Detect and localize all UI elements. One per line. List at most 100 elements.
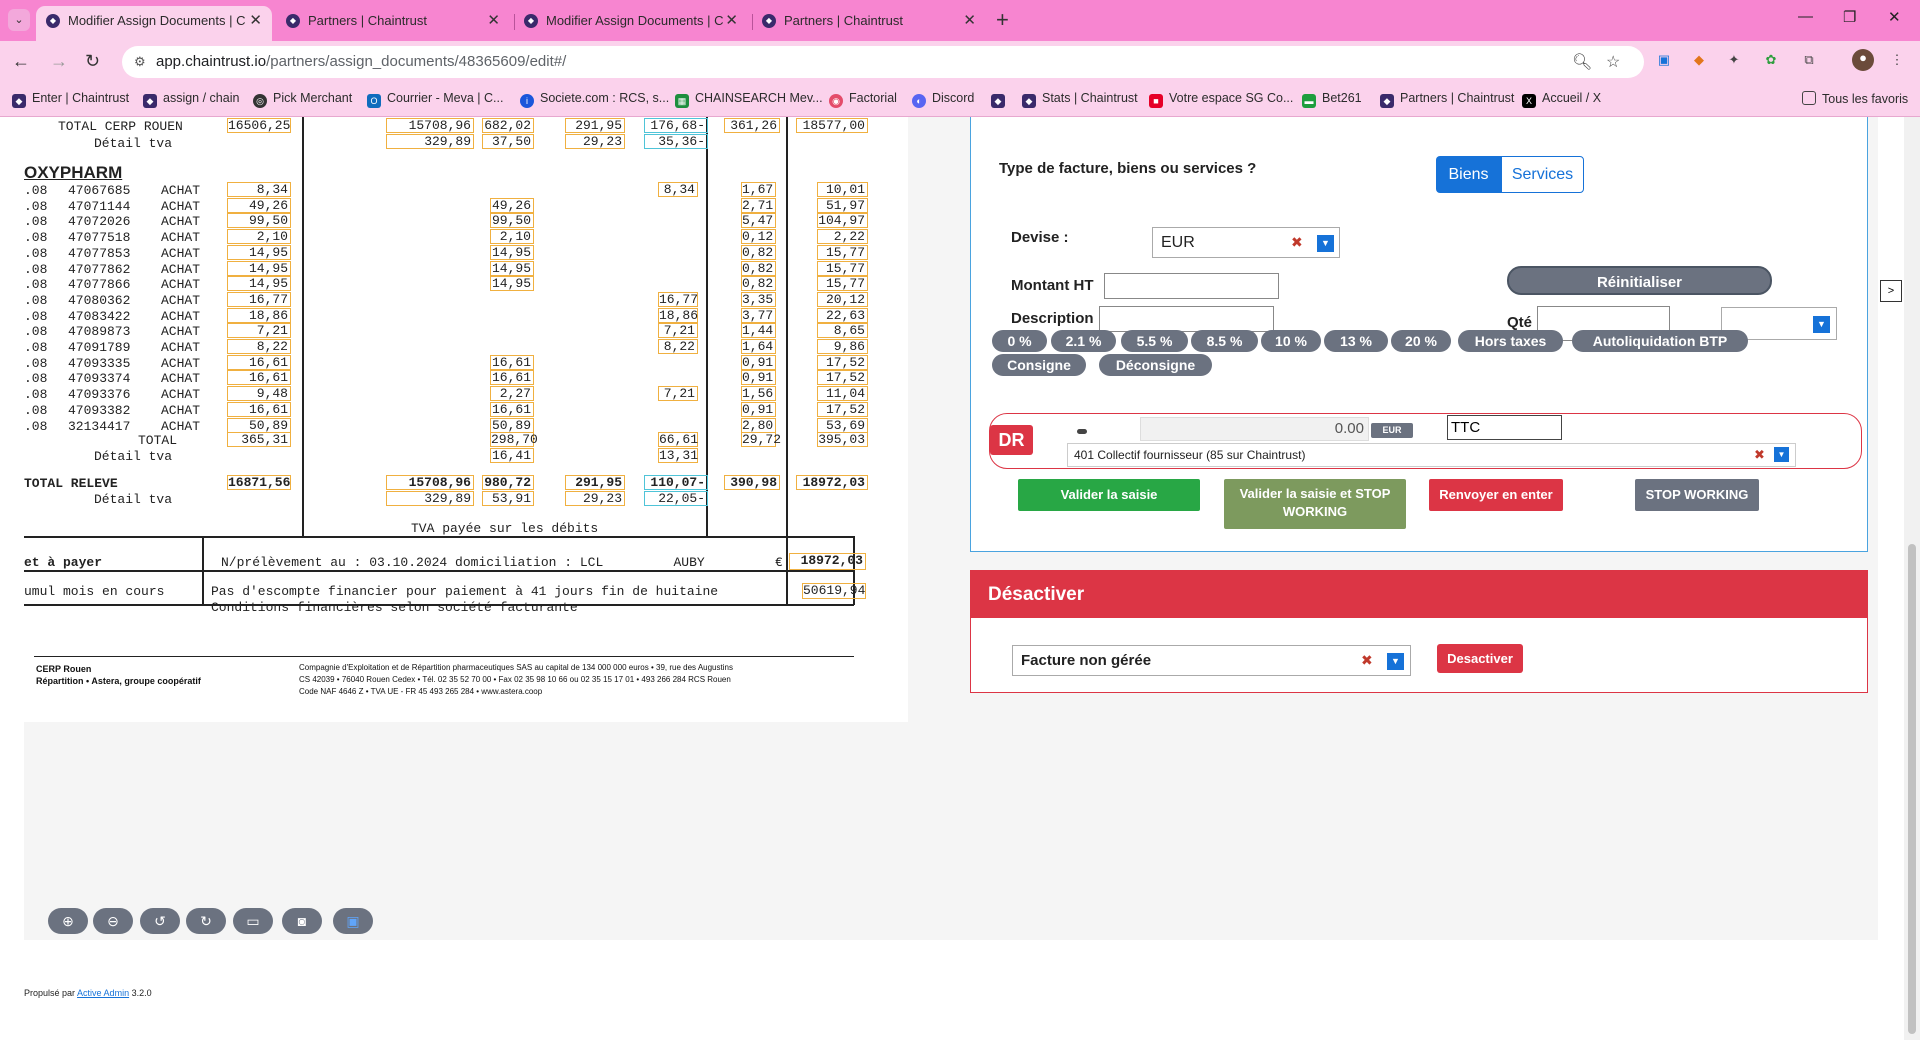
new-tab-icon[interactable]: + <box>996 7 1009 33</box>
all-bookmarks[interactable]: Tous les favoris <box>1802 91 1908 106</box>
zoom-out-icon[interactable]: ⊖ <box>93 908 133 934</box>
rate-pill[interactable]: 5.5 % <box>1121 330 1188 352</box>
document-value: 15708,96 <box>386 475 474 490</box>
browser-tab[interactable]: ◆ Modifier Assign Documents | C ✕ <box>36 6 272 41</box>
extension-icon[interactable]: ▣ <box>1655 51 1673 69</box>
scrollbar-thumb[interactable] <box>1908 544 1916 1034</box>
reset-button[interactable]: Réinitialiser <box>1507 266 1772 295</box>
dropdown-icon[interactable]: ▼ <box>1387 653 1404 670</box>
bookmark-star-icon[interactable]: ☆ <box>1606 52 1620 72</box>
extension-icon[interactable]: ✿ <box>1762 51 1780 69</box>
browser-tab[interactable]: ◆ Partners | Chaintrust ✕ <box>276 6 510 41</box>
bookmark-item[interactable]: ◆ Enter | Chaintrust <box>12 91 129 108</box>
rate-pill[interactable]: Déconsigne <box>1099 354 1212 376</box>
rate-pill[interactable]: Consigne <box>992 354 1086 376</box>
bookmark-item[interactable]: ▬ Bet261 <box>1302 91 1362 108</box>
bookmark-item[interactable]: ◆ Partners | Chaintrust <box>1380 91 1514 108</box>
close-tab-icon[interactable]: ✕ <box>725 6 738 35</box>
zoom-icon[interactable]: 🔍︎ <box>1572 52 1592 72</box>
biens-button[interactable]: Biens <box>1436 156 1501 193</box>
address-bar[interactable]: ⚙ app.chaintrust.io/partners/assign_docu… <box>122 46 1644 78</box>
fullscreen-icon[interactable]: ▣ <box>333 908 373 934</box>
forward-icon[interactable]: → <box>50 51 68 72</box>
active-admin-link[interactable]: Active Admin <box>77 988 129 998</box>
rate-pill[interactable]: Hors taxes <box>1458 330 1563 352</box>
chrome-menu-icon[interactable]: ⋮ <box>1888 51 1906 69</box>
account-select[interactable]: 401 Collectif fournisseur (85 sur Chaint… <box>1067 443 1796 467</box>
zoom-in-icon[interactable]: ⊕ <box>48 908 88 934</box>
document-text: .08 <box>24 402 48 418</box>
rotate-right-icon[interactable]: ↻ <box>186 908 226 934</box>
bookmark-item[interactable]: X Accueil / X <box>1522 91 1601 108</box>
bet-icon: ▬ <box>1302 94 1316 108</box>
screenshot-icon[interactable]: ◙ <box>282 908 322 934</box>
minimize-icon[interactable]: — <box>1798 8 1813 25</box>
resend-button[interactable]: Renvoyer en enter <box>1429 479 1563 511</box>
document-value: 0,91 <box>741 354 776 370</box>
document-text: .08 <box>24 230 48 246</box>
close-tab-icon[interactable]: ✕ <box>249 6 262 35</box>
rate-pill[interactable]: 13 % <box>1324 330 1388 352</box>
panel-toggle-icon[interactable]: > <box>1880 280 1902 302</box>
browser-tab[interactable]: ◆ Modifier Assign Documents | C ✕ <box>514 6 748 41</box>
restore-icon[interactable]: ❐ <box>1843 8 1856 26</box>
ttc-field[interactable]: TTC <box>1447 415 1562 440</box>
deactivate-button[interactable]: Desactiver <box>1437 644 1523 673</box>
dropdown-icon[interactable]: ▼ <box>1774 447 1789 462</box>
document-value: 2,22 <box>817 229 868 245</box>
fit-screen-icon[interactable]: ▭ <box>233 908 273 934</box>
clear-icon[interactable]: ✖ <box>1291 234 1303 251</box>
profile-avatar[interactable]: ● <box>1852 49 1874 71</box>
close-tab-icon[interactable]: ✕ <box>963 6 976 35</box>
extensions-puzzle-icon[interactable]: ⧉ <box>1800 51 1818 69</box>
rate-pill[interactable]: 8.5 % <box>1191 330 1258 352</box>
bookmark-item[interactable]: ◆ Stats | Chaintrust <box>1022 91 1138 108</box>
sg-icon: ■ <box>1149 94 1163 108</box>
document-text: 47072026 <box>68 214 131 230</box>
services-button[interactable]: Services <box>1501 156 1584 193</box>
rate-pill[interactable]: 0 % <box>992 330 1047 352</box>
bookmark-item[interactable]: ▦ CHAINSEARCH Mev... <box>675 91 823 108</box>
extension-icon[interactable]: ✦ <box>1725 51 1743 69</box>
rate-pill[interactable]: Autoliquidation BTP <box>1572 330 1748 352</box>
deactivate-reason-select[interactable]: Facture non gérée ✖ ▼ <box>1012 645 1411 676</box>
browser-tab[interactable]: ◆ Partners | Chaintrust ✕ <box>752 6 986 41</box>
bookmark-item[interactable]: ◆ assign / chain <box>143 91 239 108</box>
document-value: 3,35 <box>741 291 776 307</box>
bookmark-item[interactable]: i Societe.com : RCS, s... <box>520 91 669 108</box>
bookmark-item[interactable]: O Courrier - Meva | C... <box>367 91 503 108</box>
rate-pill[interactable]: 10 % <box>1261 330 1321 352</box>
bookmark-item[interactable]: ◎ Pick Merchant <box>253 91 352 108</box>
dropdown-icon[interactable]: ▼ <box>1317 235 1334 252</box>
clear-icon[interactable]: ✖ <box>1754 444 1765 466</box>
site-info-icon[interactable]: ⚙ <box>134 54 146 70</box>
bookmark-item[interactable]: ◉ Factorial <box>829 91 897 108</box>
reload-icon[interactable]: ↻ <box>85 51 100 72</box>
rotate-left-icon[interactable]: ↺ <box>140 908 180 934</box>
description-input[interactable] <box>1099 306 1274 332</box>
outlook-icon: O <box>367 94 381 108</box>
validate-button[interactable]: Valider la saisie <box>1018 479 1200 511</box>
drag-handle-icon[interactable] <box>1077 429 1087 434</box>
clear-icon[interactable]: ✖ <box>1361 652 1373 669</box>
currency-select[interactable]: EUR ✖ ▼ <box>1152 227 1340 258</box>
amount-field[interactable]: 0.00 <box>1140 417 1369 441</box>
document-text: .08 <box>24 387 48 403</box>
montant-ht-input[interactable] <box>1104 273 1279 299</box>
bookmark-item[interactable]: ◐ Discord <box>912 91 974 108</box>
validate-stop-button[interactable]: Valider la saisie et STOP WORKING <box>1224 479 1406 529</box>
rate-pill[interactable]: 20 % <box>1391 330 1451 352</box>
dropdown-icon[interactable]: ▼ <box>1813 316 1830 333</box>
document-value: 2,27 <box>490 386 534 402</box>
rate-pill[interactable]: 2.1 % <box>1051 330 1116 352</box>
close-window-icon[interactable]: ✕ <box>1888 8 1901 26</box>
bookmark-item[interactable]: ◆ <box>991 91 1011 108</box>
metamask-icon[interactable]: ◆ <box>1690 51 1708 69</box>
bookmark-item[interactable]: ■ Votre espace SG Co... <box>1149 91 1293 108</box>
stop-working-button[interactable]: STOP WORKING <box>1635 479 1759 511</box>
close-tab-icon[interactable]: ✕ <box>487 6 500 35</box>
document-value: 9,86 <box>817 339 868 354</box>
back-icon[interactable]: ← <box>12 51 30 72</box>
document-viewer[interactable]: TOTAL CERP ROUEN 16506,25 15708,96 682,02 2… <box>24 117 908 722</box>
tab-search-icon[interactable]: ⌄ <box>8 9 30 31</box>
